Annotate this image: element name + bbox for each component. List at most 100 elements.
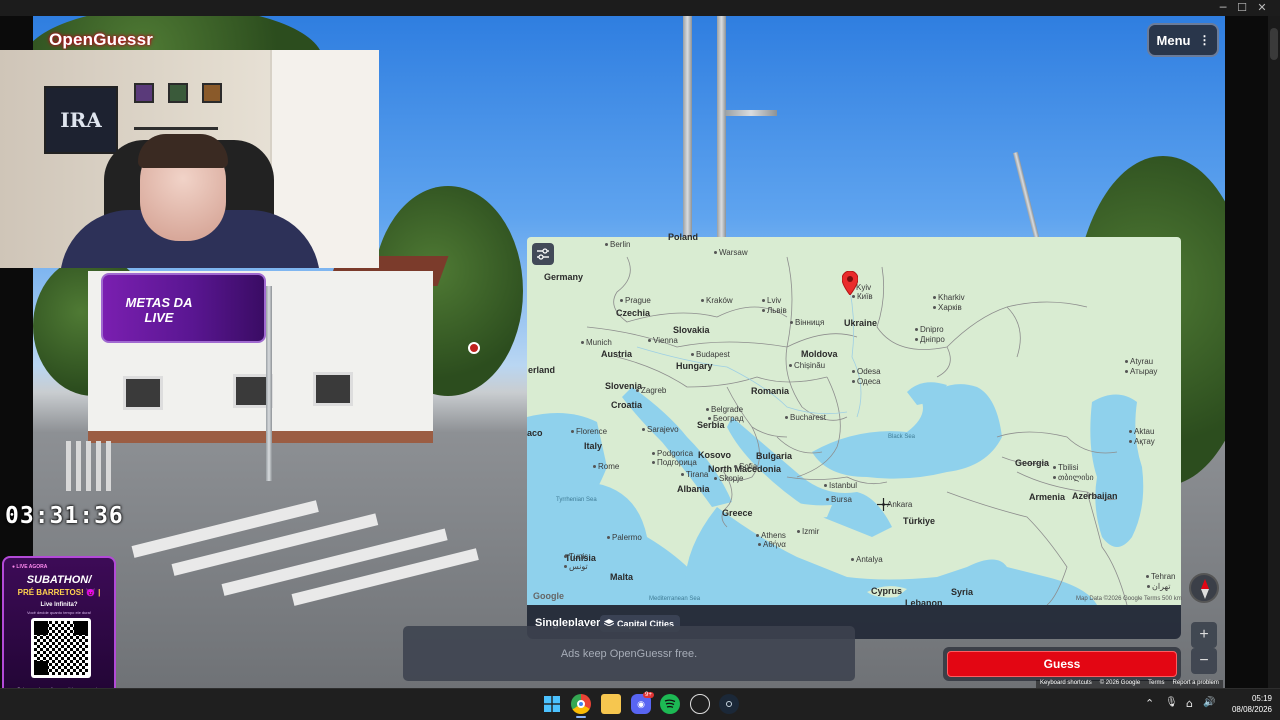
maximize-button[interactable]: ☐ (1235, 1, 1249, 15)
street-pole (266, 286, 272, 481)
map-label-city: Дніпро (915, 335, 945, 344)
map-label-country: Albania (677, 484, 710, 494)
map-label-country: Germany (544, 272, 584, 282)
map-label-city: Belgrade (706, 405, 743, 414)
map-marker-icon[interactable] (842, 271, 858, 295)
map-label-city: Vienna (648, 336, 678, 345)
terms-link[interactable]: Terms (1148, 680, 1164, 688)
webcam-overlay: IRA (0, 50, 379, 268)
map-label-country: aco (527, 428, 543, 438)
scrollbar-thumb[interactable] (1270, 28, 1278, 60)
keyboard-shortcuts-link[interactable]: Keyboard shortcuts (1040, 680, 1092, 688)
metas-da-live-panel: METAS DA LIVE (101, 273, 266, 343)
building-base (88, 431, 433, 443)
minimize-button[interactable]: ─ (1216, 1, 1230, 15)
map-label-country: Kosovo (698, 450, 732, 460)
kebab-menu-icon: ⋮ (1198, 33, 1210, 47)
map-label-city: تهران (1147, 582, 1170, 591)
map-label-city: Aktau (1129, 427, 1154, 436)
network-icon[interactable]: ⌂ (1186, 697, 1193, 710)
map-label-country: Czechia (616, 308, 651, 318)
map-label-city: Prague (620, 296, 651, 305)
windows-start-icon[interactable] (542, 694, 562, 714)
map-label-city: Харків (933, 303, 962, 312)
tray-chevron-icon[interactable]: ⌃ (1145, 697, 1154, 710)
ads-banner: Ads keep OpenGuessr free. (403, 626, 855, 681)
map-label-city: Kharkiv (933, 293, 965, 302)
map-label-city: Odesa (852, 367, 881, 376)
map-label-country: Azerbaijan (1072, 491, 1118, 501)
close-button[interactable]: ✕ (1255, 1, 1269, 15)
map-label-country: Ukraine (844, 318, 878, 328)
map-label-city: Istanbul (824, 481, 857, 490)
map-label-country: Malta (610, 572, 634, 582)
obs-icon[interactable] (690, 694, 710, 714)
zoom-out-button[interactable]: − (1191, 648, 1217, 674)
chrome-active-indicator (576, 716, 586, 718)
map-label-country: Armenia (1029, 492, 1066, 502)
map-label-country: Georgia (1015, 458, 1050, 468)
menu-label: Menu (1156, 32, 1191, 48)
no-entry-sign (468, 342, 480, 354)
file-explorer-icon[interactable] (601, 694, 621, 714)
clock-date: 08/08/2026 (1231, 705, 1272, 714)
map-label-city: თბილისი (1053, 473, 1094, 482)
google-logo: Google (533, 591, 564, 601)
compass-icon[interactable] (1189, 573, 1219, 603)
map-label-city: Munich (581, 338, 612, 347)
wall-frame (168, 83, 188, 103)
guess-button-container: Guess (943, 647, 1181, 681)
stream-timer: 03:31:36 (5, 503, 124, 529)
report-problem-link[interactable]: Report a problem (1173, 680, 1219, 688)
map-label-city: Rome (593, 462, 619, 471)
guess-button[interactable]: Guess (947, 651, 1177, 677)
zoom-in-button[interactable]: + (1191, 622, 1217, 648)
map-label-country: Türkiye (903, 516, 936, 526)
map-label-city: Београд (708, 414, 744, 423)
map-label-country: Bulgaria (756, 451, 793, 461)
map-label-sea: Black Sea (888, 434, 916, 440)
map-label-city: Warsaw (714, 248, 748, 257)
map-label-city: Bursa (826, 495, 852, 504)
wall-frame (134, 83, 154, 103)
spotify-icon[interactable] (660, 694, 680, 714)
menu-button[interactable]: Menu ⋮ (1147, 23, 1219, 57)
map-label-city: Αθήνα (758, 540, 786, 549)
volume-icon[interactable]: 🔊 (1203, 697, 1215, 708)
building-window (123, 376, 163, 410)
map-label-city: Dnipro (915, 325, 944, 334)
map-label-city: تونس (564, 562, 588, 571)
steam-icon[interactable] (719, 694, 739, 714)
map-label-city: Львів (762, 306, 787, 315)
map-label-country: Italy (584, 441, 603, 451)
openguessr-logo[interactable]: OpenGuessr (49, 30, 153, 50)
map-label-country: Slovakia (673, 325, 710, 335)
map-label-country: Croatia (611, 400, 643, 410)
street-pole (683, 16, 692, 246)
crosshair-icon (877, 498, 890, 511)
map-attribution: Map Data ©2026 Google Terms 500 km (1076, 596, 1182, 602)
building-window (313, 372, 353, 406)
map-label-city: Ақтау (1129, 437, 1155, 446)
map-label-city: Chișinău (789, 361, 825, 370)
map-label-city: Tunis (564, 552, 588, 561)
map-label-country: Greece (722, 508, 753, 518)
map-settings-button[interactable] (532, 243, 554, 265)
map-label-city: Budapest (691, 350, 730, 359)
microphone-icon[interactable]: 🎙 (1165, 697, 1178, 708)
chrome-icon[interactable] (571, 694, 591, 714)
wall-poster: IRA (44, 86, 118, 154)
metas-label: METAS DA LIVE (125, 295, 193, 325)
map-label-city: Вінниця (790, 318, 824, 327)
window-titlebar (0, 0, 1280, 16)
map-label-city: Podgorica (652, 449, 693, 458)
map-label-city: Одеса (852, 377, 881, 386)
map-label-sea: Tyrrhenian Sea (556, 497, 597, 503)
map-label-city: Атырау (1125, 367, 1157, 376)
map-label-country: Romania (751, 386, 790, 396)
map-label-city: Lviv (762, 296, 781, 305)
wall-frame (202, 83, 222, 103)
scrollbar[interactable] (1268, 16, 1280, 688)
system-clock[interactable]: 05:19 08/08/2026 (1222, 693, 1272, 715)
map-label-country: Syria (951, 587, 974, 597)
